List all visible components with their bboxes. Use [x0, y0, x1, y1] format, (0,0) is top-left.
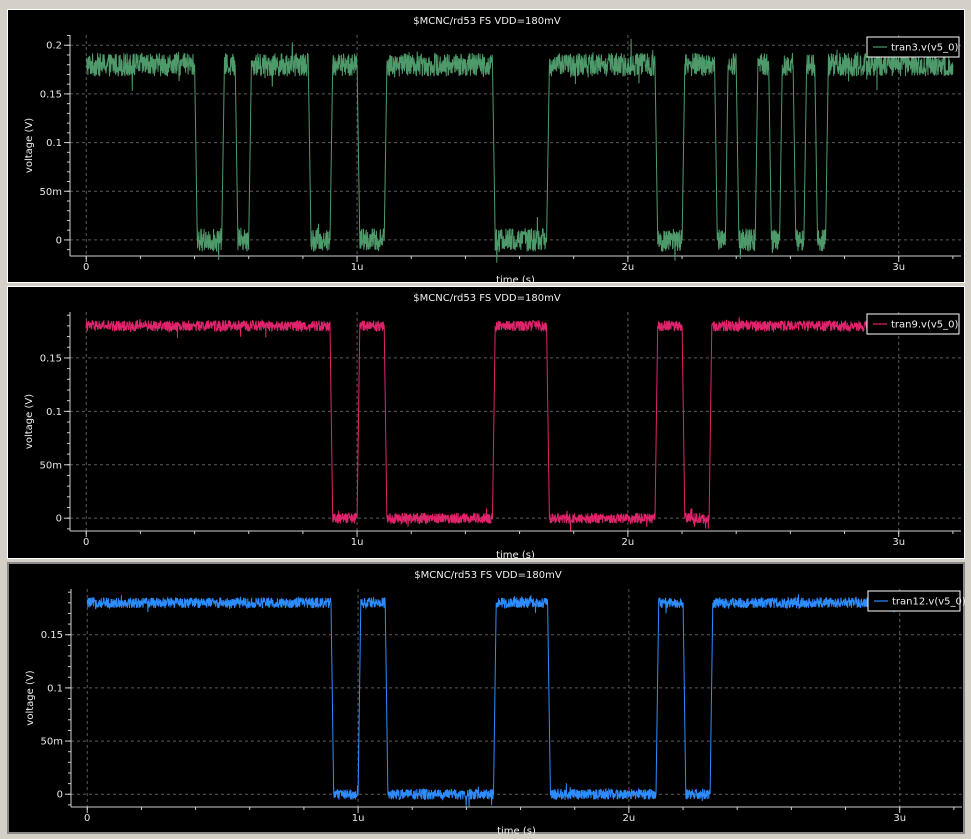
- y-tick-label: 0: [56, 235, 62, 246]
- y-tick-label: 0: [56, 514, 62, 525]
- y-tick-label: 50m: [41, 737, 63, 748]
- x-tick-label: 1u: [351, 262, 364, 273]
- plot-pane-1[interactable]: $MCNC/rd53 FS VDD=180mV 0 50m 0.1 0.15 0.2 0 1u…: [7, 9, 966, 284]
- y-tick-label: 0: [57, 790, 63, 801]
- y-axis-title: voltage (V): [25, 670, 36, 725]
- series-line: [85, 38, 954, 263]
- chart-title: $MCNC/rd53 FS VDD=180mV: [413, 16, 561, 27]
- y-tick-label: 0.2: [46, 41, 62, 52]
- y-tick-label: 0.15: [40, 89, 62, 100]
- x-tick-label: 1u: [352, 813, 365, 824]
- plot-3-svg[interactable]: $MCNC/rd53 FS VDD=180mV 0 50m 0.1 0.15 0 1u 2u 3…: [9, 564, 967, 836]
- y-tick-label: 0.1: [46, 407, 62, 418]
- x-tick-label: 0: [83, 262, 89, 273]
- legend-label: tran12.v(v5_0): [892, 597, 966, 608]
- x-tick-label: 3u: [892, 262, 905, 273]
- y-axis-title: voltage (V): [24, 118, 35, 173]
- plot-2-svg[interactable]: $MCNC/rd53 FS VDD=180mV 0 50m 0.1 0.15 0 1u 2u 3…: [8, 287, 966, 560]
- x-tick-label: 0: [84, 813, 90, 824]
- x-axis-title: time (s): [496, 550, 535, 560]
- series-line: [85, 316, 954, 531]
- plot-1-svg[interactable]: $MCNC/rd53 FS VDD=180mV 0 50m 0.1 0.15 0.2 0 1u…: [8, 10, 966, 284]
- y-tick-label: 50m: [40, 187, 62, 198]
- y-tick-label: 0.1: [47, 683, 63, 694]
- chart-title: $MCNC/rd53 FS VDD=180mV: [413, 293, 561, 304]
- x-tick-label: 2u: [623, 813, 636, 824]
- x-tick-label: 2u: [622, 262, 635, 273]
- series-line: [86, 594, 955, 807]
- x-tick-label: 2u: [622, 537, 635, 548]
- x-tick-label: 3u: [892, 537, 905, 548]
- y-axis-title: voltage (V): [24, 394, 35, 449]
- plot-pane-3[interactable]: $MCNC/rd53 FS VDD=180mV 0 50m 0.1 0.15 0 1u 2u 3…: [7, 562, 967, 836]
- y-tick-label: 0.15: [41, 630, 63, 641]
- x-tick-label: 0: [83, 537, 89, 548]
- legend[interactable]: tran12.v(v5_0): [867, 590, 966, 612]
- legend[interactable]: tran3.v(v5_0): [866, 36, 960, 58]
- chart-title: $MCNC/rd53 FS VDD=180mV: [414, 570, 562, 581]
- y-tick-label: 0.15: [40, 353, 62, 364]
- x-axis-title: time (s): [497, 826, 536, 836]
- x-axis-title: time (s): [496, 275, 535, 284]
- y-tick-label: 0.1: [46, 138, 62, 149]
- y-tick-label: 50m: [40, 460, 62, 471]
- x-tick-label: 3u: [893, 813, 906, 824]
- legend[interactable]: tran9.v(v5_0): [866, 313, 960, 335]
- legend-label: tran3.v(v5_0): [891, 43, 959, 54]
- legend-label: tran9.v(v5_0): [891, 320, 959, 331]
- x-tick-label: 1u: [351, 537, 364, 548]
- plot-pane-2[interactable]: $MCNC/rd53 FS VDD=180mV 0 50m 0.1 0.15 0 1u 2u 3…: [7, 286, 966, 560]
